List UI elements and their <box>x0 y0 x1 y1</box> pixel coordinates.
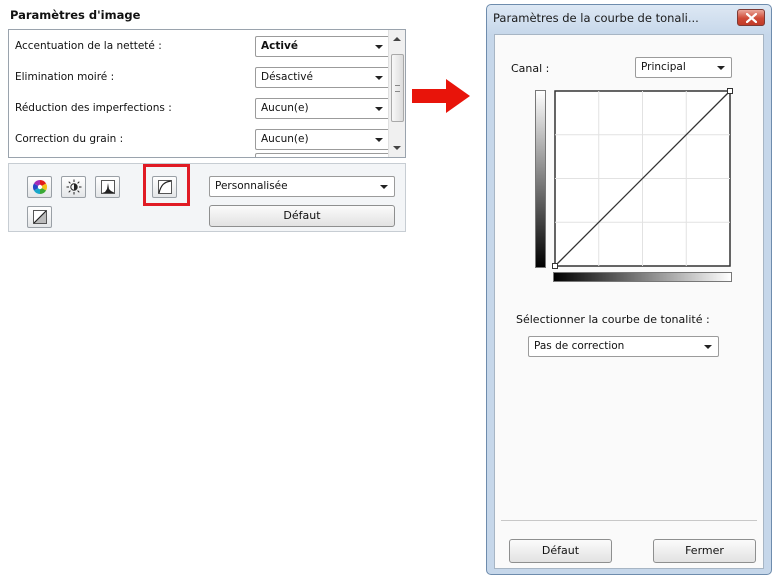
histogram-icon <box>100 180 115 194</box>
dialog-close-button[interactable] <box>737 9 765 26</box>
histogram-button[interactable] <box>95 176 120 198</box>
channel-label: Canal : <box>511 62 550 75</box>
chevron-down-icon <box>375 107 383 111</box>
descreen-select[interactable]: Désactivé <box>255 67 390 88</box>
chevron-down-icon <box>375 138 383 142</box>
tone-curve-button-highlight <box>143 164 190 206</box>
dialog-close-text-button[interactable]: Fermer <box>653 539 756 563</box>
next-setting-select-partial <box>255 153 389 157</box>
setting-label-sharpening: Accentuation de la netteté : <box>15 40 162 52</box>
sharpening-value: Activé <box>261 40 298 52</box>
dust-reduction-value: Aucun(e) <box>261 102 309 114</box>
curve-start-handle[interactable] <box>552 263 558 269</box>
tone-curve-value: Pas de correction <box>534 340 625 352</box>
input-gradient-bar <box>553 272 732 282</box>
setting-row-sharpening: Accentuation de la netteté : Activé <box>9 33 390 61</box>
saturation-color-balance-button[interactable] <box>27 176 52 198</box>
close-icon <box>745 12 757 23</box>
chevron-down-icon <box>375 76 383 80</box>
image-settings-list: Accentuation de la netteté : Activé Elim… <box>8 29 406 158</box>
brightness-contrast-button[interactable] <box>61 176 86 198</box>
select-tone-curve-label: Sélectionner la courbe de tonalité : <box>516 313 710 326</box>
dialog-title: Paramètres de la courbe de tonali... <box>493 11 699 25</box>
final-review-icon <box>32 210 47 224</box>
brightness-icon <box>66 179 81 195</box>
setting-label-dust-reduction: Réduction des imperfections : <box>15 102 172 114</box>
chevron-down-icon <box>375 45 383 49</box>
tone-curve-preset-select[interactable]: Personnalisée <box>209 176 395 197</box>
scrollbar-thumb[interactable] <box>391 54 404 122</box>
sharpening-select[interactable]: Activé <box>255 36 390 57</box>
image-correction-tools: Personnalisée Défaut <box>8 163 406 232</box>
setting-row-descreen: Elimination moiré : Désactivé <box>9 64 390 92</box>
dialog-content: Canal : Principal Sélectionner la courbe… <box>494 34 764 569</box>
tone-curve-settings-dialog: Paramètres de la courbe de tonali... Can… <box>486 4 772 575</box>
chevron-down-icon <box>717 66 725 70</box>
settings-scrollbar[interactable] <box>388 30 405 157</box>
setting-row-dust-reduction: Réduction des imperfections : Aucun(e) <box>9 95 390 123</box>
scroll-up-icon[interactable] <box>393 37 401 41</box>
tone-curve-select[interactable]: Pas de correction <box>528 336 719 357</box>
channel-select[interactable]: Principal <box>635 57 732 78</box>
setting-label-descreen: Elimination moiré : <box>15 71 115 83</box>
setting-label-grain-correction: Correction du grain : <box>15 133 124 145</box>
descreen-value: Désactivé <box>261 71 313 83</box>
tone-curve-graph[interactable] <box>551 87 735 269</box>
chevron-down-icon <box>704 345 712 349</box>
color-wheel-icon <box>32 180 47 194</box>
grain-correction-value: Aucun(e) <box>261 133 309 145</box>
final-review-button[interactable] <box>27 206 52 228</box>
dialog-separator <box>501 520 757 521</box>
scroll-down-icon[interactable] <box>393 146 401 150</box>
arrow-right-icon <box>412 79 470 113</box>
image-settings-title: Paramètres d'image <box>10 8 141 22</box>
curve-end-handle[interactable] <box>727 88 733 94</box>
dialog-default-button[interactable]: Défaut <box>509 539 612 563</box>
dust-reduction-select[interactable]: Aucun(e) <box>255 98 390 119</box>
channel-value: Principal <box>641 61 686 73</box>
default-button[interactable]: Défaut <box>209 205 395 227</box>
chevron-down-icon <box>380 185 388 189</box>
output-gradient-bar <box>535 90 546 268</box>
grain-correction-select[interactable]: Aucun(e) <box>255 129 389 150</box>
tone-curve-preset-value: Personnalisée <box>215 180 288 192</box>
setting-row-grain-correction: Correction du grain : Aucun(e) <box>9 126 389 157</box>
